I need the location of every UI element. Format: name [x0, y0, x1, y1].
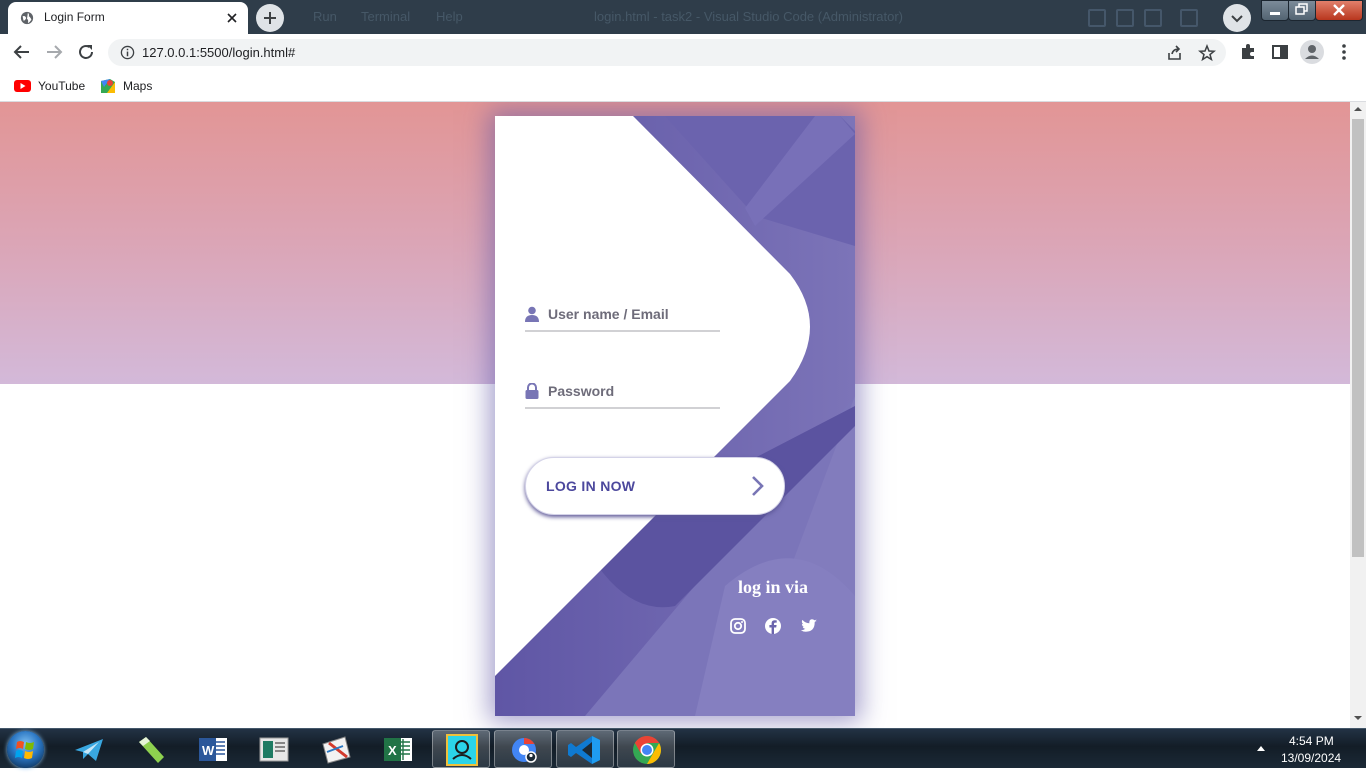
twitter-icon[interactable] [800, 617, 818, 635]
share-icon[interactable] [1166, 44, 1184, 62]
svg-text:W: W [202, 743, 215, 758]
tab-search-button[interactable] [1223, 4, 1251, 32]
windows-logo-icon [15, 741, 34, 759]
facebook-icon[interactable] [764, 617, 782, 635]
vscode-icon [568, 736, 600, 764]
scroll-down-arrow-icon[interactable] [1354, 714, 1362, 722]
taskbar-clock-time[interactable]: 4:54 PM [1289, 734, 1334, 748]
browser-toolbar [0, 34, 1366, 70]
extensions-puzzle-icon[interactable] [1238, 42, 1258, 62]
minimize-icon [1270, 12, 1280, 15]
plus-icon [264, 12, 276, 24]
social-login-title: log in via [738, 577, 809, 597]
taskbar-app-word[interactable]: W [184, 730, 242, 768]
minimize-window-button[interactable] [1261, 0, 1289, 21]
taskbar-app-notepadpp[interactable] [122, 730, 180, 768]
chrome-icon [633, 736, 661, 764]
notepadpp-icon [139, 737, 164, 763]
restore-icon [1295, 3, 1308, 15]
globe-icon [20, 11, 34, 25]
sparkle-app-icon [446, 734, 478, 766]
show-hidden-icons-arrow-icon[interactable] [1256, 744, 1266, 752]
tab-title: Login Form [44, 10, 105, 24]
reload-icon[interactable] [74, 40, 98, 64]
chevron-right-icon [752, 476, 764, 496]
user-icon [525, 306, 539, 322]
taskbar-app-vscode[interactable] [556, 730, 614, 768]
taskbar-app-excel[interactable]: X [369, 730, 427, 768]
password-input[interactable] [548, 381, 718, 401]
address-bar[interactable] [108, 39, 1226, 66]
taskbar-app-chrome[interactable] [617, 730, 675, 768]
background-layout-icon [1144, 9, 1162, 27]
page-viewport: LOG IN NOW log in via [0, 102, 1350, 728]
url-input[interactable] [142, 45, 1042, 60]
taskbar-app-publisher[interactable] [245, 730, 303, 768]
start-button[interactable] [7, 731, 44, 768]
profile-icon [1305, 45, 1319, 59]
profile-avatar-button[interactable] [1300, 40, 1324, 64]
login-button[interactable]: LOG IN NOW [525, 457, 785, 515]
scroll-up-arrow-icon[interactable] [1354, 105, 1362, 113]
paint-icon [322, 736, 351, 764]
background-menu-help: Help [436, 9, 463, 24]
windows-taskbar: W X [0, 728, 1366, 768]
taskbar-clock-date[interactable]: 13/09/2024 [1281, 751, 1341, 765]
chrome-profile-icon [512, 738, 537, 763]
password-field[interactable] [525, 371, 720, 409]
publisher-icon [259, 737, 289, 762]
bookmark-label: YouTube [38, 79, 86, 93]
login-card: LOG IN NOW log in via [495, 116, 855, 716]
browser-titlebar: Run Terminal Help login.html - task2 - V… [0, 0, 1366, 34]
svg-text:X: X [388, 743, 397, 758]
bookmark-label: Maps [123, 79, 153, 93]
taskbar-app-paint[interactable] [307, 730, 365, 768]
maps-icon [101, 79, 115, 93]
background-menu-terminal: Terminal [361, 9, 411, 24]
lock-icon [525, 383, 539, 399]
taskbar-app-chrome-profile[interactable] [494, 730, 552, 768]
instagram-icon[interactable] [729, 617, 747, 635]
login-button-label: LOG IN NOW [546, 478, 636, 494]
taskbar-app-telegram[interactable] [61, 730, 119, 768]
new-tab-button[interactable] [256, 4, 284, 32]
background-layout-icon [1088, 9, 1106, 27]
more-menu-icon[interactable] [1334, 42, 1354, 62]
close-window-button[interactable] [1315, 0, 1363, 21]
bookmark-maps[interactable]: Maps [100, 76, 152, 96]
username-field[interactable] [525, 294, 720, 332]
excel-icon: X [384, 738, 412, 761]
close-icon [1333, 4, 1345, 16]
background-layout-icon [1180, 9, 1198, 27]
background-layout-icon [1116, 9, 1134, 27]
taskbar-app-sparkle[interactable] [432, 730, 490, 768]
close-tab-icon[interactable] [222, 8, 242, 28]
bookmark-star-icon[interactable] [1198, 44, 1216, 62]
forward-arrow-icon[interactable] [42, 40, 66, 64]
scrollbar-thumb[interactable] [1352, 119, 1364, 557]
back-arrow-icon[interactable] [10, 40, 34, 64]
restore-window-button[interactable] [1288, 0, 1316, 21]
browser-tab-login-form[interactable]: Login Form [8, 2, 248, 34]
info-icon[interactable] [120, 45, 135, 60]
background-window-title: login.html - task2 - Visual Studio Code … [594, 9, 903, 24]
telegram-icon [75, 739, 103, 761]
side-panel-icon[interactable] [1270, 42, 1290, 62]
username-input[interactable] [548, 304, 718, 324]
youtube-icon [14, 80, 31, 92]
chevron-down-icon [1231, 15, 1243, 23]
background-menu-run: Run [313, 9, 337, 24]
bookmark-youtube[interactable]: YouTube [14, 76, 85, 96]
word-icon: W [199, 738, 227, 761]
bookmarks-bar: YouTube Maps [0, 70, 1366, 102]
